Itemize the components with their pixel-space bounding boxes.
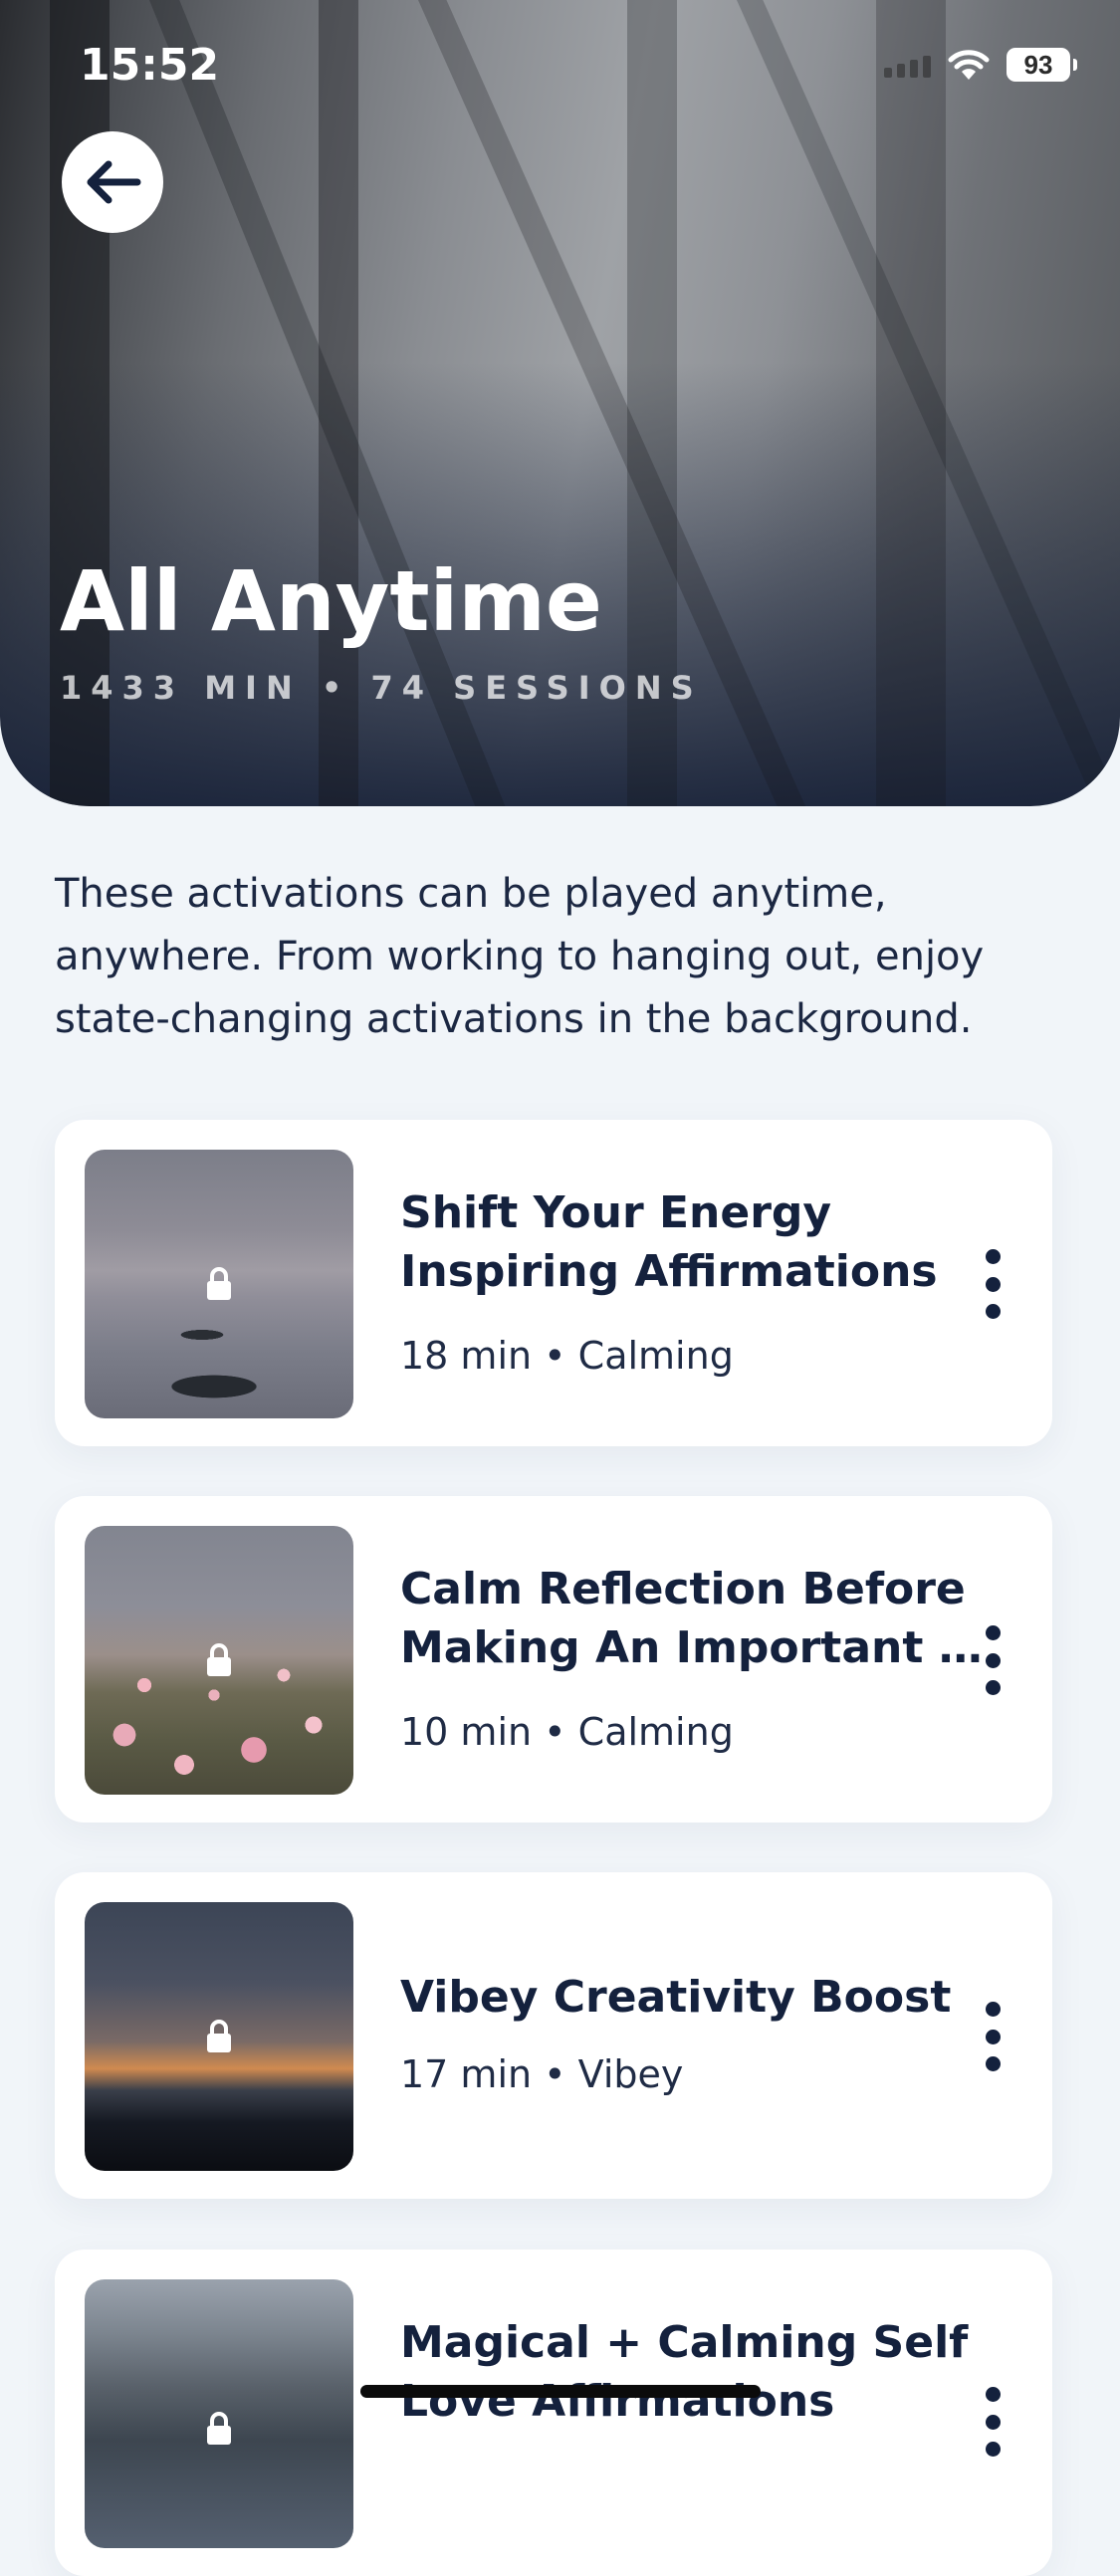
status-time: 15:52 [80, 40, 220, 91]
more-vertical-icon [985, 1625, 1001, 1640]
collection-meta: 1433 MIN • 74 SESSIONS [60, 669, 703, 707]
session-title: Vibey Creativity Boost [400, 1968, 998, 2027]
more-options-button[interactable] [973, 2002, 1012, 2071]
status-icons: 93 [884, 48, 1077, 82]
page-title: All Anytime [60, 552, 602, 650]
signal-icon [884, 52, 931, 78]
session-title-line: Love Affirmations [400, 2376, 835, 2427]
more-options-button[interactable] [973, 2387, 1012, 2457]
session-title-line: Making An Important D... [400, 1622, 998, 1673]
session-card[interactable]: Calm Reflection Before Making An Importa… [55, 1496, 1052, 1823]
more-options-button[interactable] [973, 1249, 1012, 1319]
collection-description: These activations can be played anytime,… [55, 871, 985, 1042]
arrow-left-icon [87, 160, 141, 204]
session-meta: 18 min • Calming [400, 1334, 734, 1378]
session-meta: 10 min • Calming [400, 1710, 734, 1754]
more-vertical-icon [985, 2002, 1001, 2017]
session-title-line: Magical + Calming Self [400, 2317, 969, 2368]
session-thumbnail [85, 2279, 353, 2548]
more-options-button[interactable] [973, 1625, 1012, 1695]
session-thumbnail [85, 1526, 353, 1795]
session-title: Shift Your Energy Inspiring Affirmations [400, 1183, 998, 1301]
session-thumbnail [85, 1150, 353, 1418]
session-card[interactable]: Vibey Creativity Boost 17 min • Vibey [55, 1872, 1052, 2199]
battery-level: 93 [1023, 49, 1053, 80]
session-title: Magical + Calming Self Love Affirmations [400, 2313, 998, 2431]
more-vertical-icon [985, 2387, 1001, 2402]
battery-icon: 93 [1007, 48, 1077, 82]
session-meta: 17 min • Vibey [400, 2052, 684, 2096]
lock-icon [207, 2020, 231, 2052]
session-title-line: Inspiring Affirmations [400, 1246, 938, 1297]
session-title-line: Shift Your Energy [400, 1187, 832, 1238]
lock-icon [207, 2412, 231, 2445]
session-title-line: Calm Reflection Before [400, 1564, 966, 1614]
session-title-line: Vibey Creativity Boost [400, 1972, 952, 2023]
session-thumbnail [85, 1902, 353, 2171]
session-title: Calm Reflection Before Making An Importa… [400, 1560, 998, 1677]
home-indicator [360, 2385, 761, 2398]
lock-icon [207, 1267, 231, 1300]
session-card[interactable]: Magical + Calming Self Love Affirmations [55, 2250, 1052, 2576]
wifi-icon [948, 50, 990, 80]
more-vertical-icon [985, 1249, 1001, 1264]
session-card[interactable]: Shift Your Energy Inspiring Affirmations… [55, 1120, 1052, 1446]
hero-header: 15:52 93 All Anytime 1433 MIN • 74 SESSI… [0, 0, 1120, 806]
lock-icon [207, 1643, 231, 1676]
back-button[interactable] [62, 131, 163, 233]
